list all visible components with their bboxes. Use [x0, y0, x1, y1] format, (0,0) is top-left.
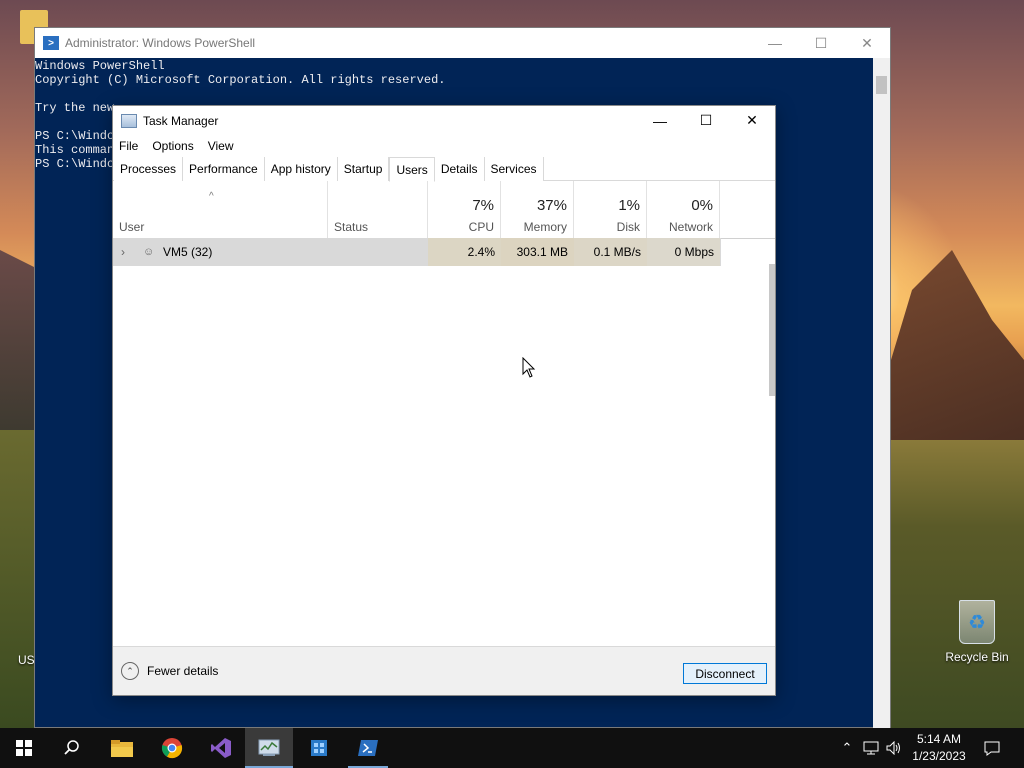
minimize-button[interactable]: — — [637, 106, 683, 135]
tray-overflow-chevron-icon[interactable]: ⌃ — [838, 728, 856, 768]
task-manager-taskbar-icon — [258, 739, 280, 756]
task-manager-taskbar-button[interactable] — [245, 728, 293, 768]
task-manager-footer: ⌃ Fewer details Disconnect — [113, 646, 775, 695]
tab-details[interactable]: Details — [434, 157, 485, 181]
server-manager-icon — [311, 740, 327, 756]
cpu-total-percent: 7% — [472, 197, 494, 214]
network-value: 0 Mbps — [647, 238, 720, 266]
sort-arrow-icon: ^ — [209, 191, 214, 202]
windows-logo-icon — [16, 740, 32, 756]
tab-startup[interactable]: Startup — [337, 157, 390, 181]
action-center-icon[interactable] — [980, 728, 1004, 768]
desktop-partial-label: US — [18, 653, 35, 667]
column-network-label: Network — [668, 220, 713, 234]
memory-value: 303.1 MB — [501, 238, 574, 266]
tab-bar: Processes Performance App history Startu… — [113, 157, 775, 182]
column-user[interactable]: ^ User — [113, 181, 328, 238]
tab-processes[interactable]: Processes — [114, 157, 184, 181]
disk-total-percent: 1% — [618, 197, 640, 214]
maximize-button[interactable]: ☐ — [683, 106, 729, 135]
tab-performance[interactable]: Performance — [183, 157, 265, 181]
column-cpu-label: CPU — [468, 220, 494, 234]
disk-value: 0.1 MB/s — [574, 238, 647, 266]
column-status[interactable]: Status — [328, 181, 428, 238]
task-manager-scrollbar[interactable] — [769, 264, 775, 396]
chrome-icon — [161, 738, 183, 759]
fewer-details-button[interactable]: ⌃ Fewer details — [121, 662, 218, 680]
menu-view[interactable]: View — [208, 139, 234, 153]
tab-services[interactable]: Services — [484, 157, 544, 181]
fewer-details-label: Fewer details — [147, 664, 219, 678]
maximize-button[interactable]: ☐ — [798, 28, 844, 58]
memory-total-percent: 37% — [536, 197, 567, 214]
search-button[interactable] — [48, 728, 96, 768]
powershell-title: Administrator: Windows PowerShell — [65, 36, 256, 50]
expand-chevron-icon[interactable]: › — [121, 238, 135, 266]
server-manager-button[interactable] — [295, 728, 343, 768]
task-manager-window: Task Manager — ☐ ✕ File Options View Pro… — [112, 105, 776, 696]
start-button[interactable] — [0, 728, 48, 768]
file-explorer-button[interactable] — [98, 728, 146, 768]
powershell-titlebar[interactable]: > Administrator: Windows PowerShell — ☐ … — [35, 28, 890, 58]
menu-options[interactable]: Options — [152, 139, 193, 153]
network-total-percent: 0% — [691, 197, 713, 214]
taskbar: ⌃ 5:14 AM 1/23/2023 — [0, 728, 1024, 768]
recycle-bin[interactable]: ♻ Recycle Bin — [942, 600, 1012, 664]
column-status-label: Status — [334, 220, 369, 234]
chrome-button[interactable] — [148, 728, 196, 768]
clock[interactable]: 5:14 AM 1/23/2023 — [904, 731, 974, 765]
table-row[interactable]: › ☺ VM5 (32) 2.4% 303.1 MB 0.1 MB/s 0 Mb… — [113, 238, 721, 266]
column-memory-label: Memory — [523, 220, 567, 234]
disconnect-button[interactable]: Disconnect — [683, 663, 767, 684]
clock-time: 5:14 AM — [916, 732, 962, 746]
volume-icon[interactable] — [884, 728, 904, 768]
user-status — [328, 238, 428, 266]
close-button[interactable]: ✕ — [729, 106, 775, 135]
column-network[interactable]: 0% Network — [647, 181, 720, 238]
powershell-taskbar-icon — [358, 740, 378, 756]
console-line: Copyright (C) Microsoft Corporation. All… — [35, 73, 446, 87]
column-memory[interactable]: 37% Memory — [501, 181, 574, 238]
menu-bar: File Options View — [113, 135, 775, 157]
task-manager-icon — [121, 113, 137, 128]
task-manager-title: Task Manager — [143, 113, 219, 128]
network-icon[interactable] — [860, 728, 882, 768]
tab-app-history[interactable]: App history — [264, 157, 338, 181]
clock-date: 1/23/2023 — [912, 749, 966, 763]
tab-users[interactable]: Users — [389, 157, 435, 182]
powershell-icon: > — [43, 36, 59, 50]
cpu-value: 2.4% — [428, 238, 501, 266]
console-line: Windows PowerShell — [35, 59, 165, 73]
minimize-button[interactable]: — — [752, 28, 798, 58]
visual-studio-button[interactable] — [197, 728, 245, 768]
close-button[interactable]: ✕ — [844, 28, 890, 58]
wallpaper-field-right — [884, 440, 1024, 728]
user-icon: ☺ — [143, 246, 155, 258]
column-header: ^ User Status 7% CPU 37% Memory 1% Disk … — [113, 181, 775, 239]
chevron-up-icon: ⌃ — [121, 662, 139, 680]
column-disk[interactable]: 1% Disk — [574, 181, 647, 238]
column-disk-label: Disk — [616, 220, 640, 234]
column-cpu[interactable]: 7% CPU — [428, 181, 501, 238]
task-manager-titlebar[interactable]: Task Manager — ☐ ✕ — [113, 106, 775, 135]
search-icon — [64, 740, 79, 755]
recycle-bin-icon: ♻ — [959, 600, 995, 644]
visual-studio-icon — [211, 738, 231, 758]
scrollbar-thumb[interactable] — [876, 76, 887, 94]
column-user-label: User — [119, 220, 145, 234]
powershell-taskbar-button[interactable] — [344, 728, 392, 768]
powershell-scrollbar[interactable] — [873, 58, 890, 729]
recycle-bin-label: Recycle Bin — [945, 650, 1009, 664]
menu-file[interactable]: File — [119, 139, 138, 153]
folder-icon — [111, 740, 133, 757]
user-name: VM5 (32) — [163, 245, 213, 259]
